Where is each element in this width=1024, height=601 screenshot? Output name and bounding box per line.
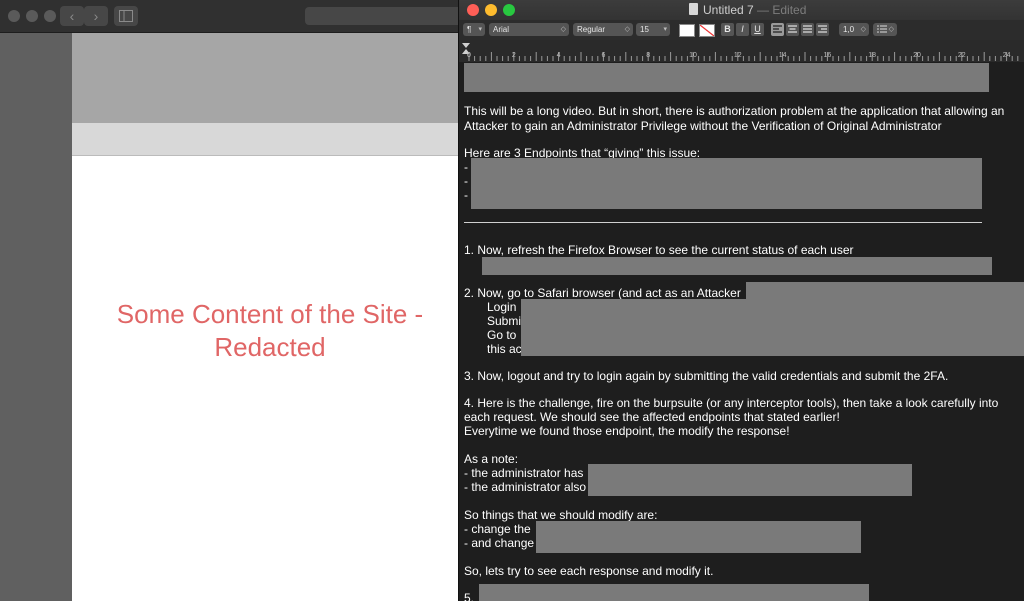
ruler-number: 6 [601,52,606,59]
edited-status: — Edited [757,3,807,17]
safari-window: ‹ › Some Content of the Site - Redacted [0,0,460,601]
text-line: - the administrator also [464,480,587,494]
text-line: - the administrator has [464,466,584,480]
bold-button[interactable]: B [721,23,734,36]
underline-button[interactable]: U [751,23,764,36]
text-line: As a note: [464,452,519,466]
zoom-window-button[interactable] [44,10,56,22]
ruler-number: 18 [868,52,877,59]
ruler[interactable]: 0 2 4 6 8 10 12 14 16 18 20 22 24 [459,40,1024,63]
redacted-block [471,158,982,209]
redacted-block [482,257,992,275]
ruler-number: 4 [556,52,561,59]
close-window-button[interactable] [8,10,20,22]
format-bar: ¶ ▾ Arial ◇ Regular ◇ 15 ▾ B I U 1,0 ◇ ◇ [459,20,1024,41]
align-center-button[interactable] [786,23,799,36]
redacted-block [746,282,1024,299]
ruler-number: 8 [646,52,651,59]
ruler-number: 0 [467,52,471,59]
text-line: each request. We should see the affected… [464,410,840,424]
sidebar-toggle-button[interactable] [114,6,138,26]
text-line: Submi [487,314,522,328]
page-side-area [0,33,72,601]
justify-button[interactable] [801,23,814,36]
text-line: Attacker to gain an Administrator Privil… [464,119,942,133]
ruler-number: 14 [778,52,787,59]
text-line: this ac [487,342,522,356]
redacted-block [521,299,1024,356]
document-icon [689,3,698,15]
line-spacing-dropdown[interactable]: 1,0 ◇ [839,23,869,36]
font-size-dropdown[interactable]: 15 ▾ [636,23,670,36]
safari-toolbar: ‹ › [0,0,460,33]
paragraph-icon: ¶ [467,25,472,34]
ruler-number: 16 [823,52,832,59]
minimize-window-button[interactable] [26,10,38,22]
font-size-value: 15 [640,25,649,34]
text-line: - [464,174,468,188]
ruler-number: 12 [733,52,742,59]
ruler-number: 2 [511,52,516,59]
align-right-icon [818,25,827,33]
text-line: This will be a long video. But in short,… [464,104,1005,118]
site-redacted-notice: Some Content of the Site - Redacted [116,299,424,362]
site-header [72,33,460,123]
redacted-block [536,521,861,553]
ruler-number: 10 [689,52,697,59]
text-line: So things that we should modify are: [464,508,658,522]
background-color-well[interactable] [699,24,715,37]
text-line: 1. Now, refresh the Firefox Browser to s… [464,243,854,257]
redacted-block [464,63,989,92]
text-line: Everytime we found those endpoint, the m… [464,424,790,438]
sidebar-icon [119,10,133,22]
typeface-value: Regular [577,25,606,34]
paragraph-styles-dropdown[interactable]: ¶ ▾ [463,23,485,36]
back-button[interactable]: ‹ [60,6,84,26]
align-left-button[interactable] [771,23,784,36]
window-title: Untitled 7 — Edited [703,3,806,17]
text-line: 3. Now, logout and try to login again by… [464,369,949,383]
document-name: Untitled 7 [703,3,754,17]
site-navigation-bar [72,123,460,156]
text-line: 2. Now, go to Safari browser (and act as… [464,286,741,300]
site-content-area [72,156,460,601]
text-line: - change the [464,522,531,536]
ruler-number: 20 [913,52,921,59]
redacted-block [479,584,869,601]
text-line: Login [487,300,517,314]
text-color-well[interactable] [679,24,695,37]
align-right-button[interactable] [816,23,829,36]
forward-button[interactable]: › [84,6,108,26]
font-family-dropdown[interactable]: Arial ◇ [489,23,569,36]
zoom-button[interactable] [503,4,515,16]
text-line: 5. [464,591,475,601]
align-center-icon [788,25,797,33]
list-bullets-dropdown[interactable]: ◇ [873,23,897,36]
justify-icon [803,25,812,33]
title-bar: Untitled 7 — Edited [459,0,1024,20]
ruler-number: 22 [957,52,966,59]
align-left-icon [773,25,782,33]
close-button[interactable] [467,4,479,16]
typeface-dropdown[interactable]: Regular ◇ [573,23,633,36]
text-line: 4. Here is the challenge, fire on the bu… [464,396,999,410]
line-spacing-value: 1,0 [843,25,855,34]
document-body[interactable]: This will be a long video. But in short,… [459,62,1024,601]
textedit-window: Untitled 7 — Edited ¶ ▾ Arial ◇ Regular ◇ 1… [458,0,1024,601]
redacted-block [588,464,912,496]
text-line: Go to [487,328,517,342]
horizontal-rule [464,222,982,223]
text-line: - [464,160,468,174]
italic-button[interactable]: I [736,23,749,36]
minimize-button[interactable] [485,4,497,16]
font-family-value: Arial [493,25,510,34]
text-line: - and change [464,536,535,550]
text-line: - [464,188,468,202]
text-line: So, lets try to see each response and mo… [464,564,714,578]
address-bar[interactable] [305,7,460,25]
list-icon [877,25,887,33]
ruler-number: 24 [1002,52,1011,59]
